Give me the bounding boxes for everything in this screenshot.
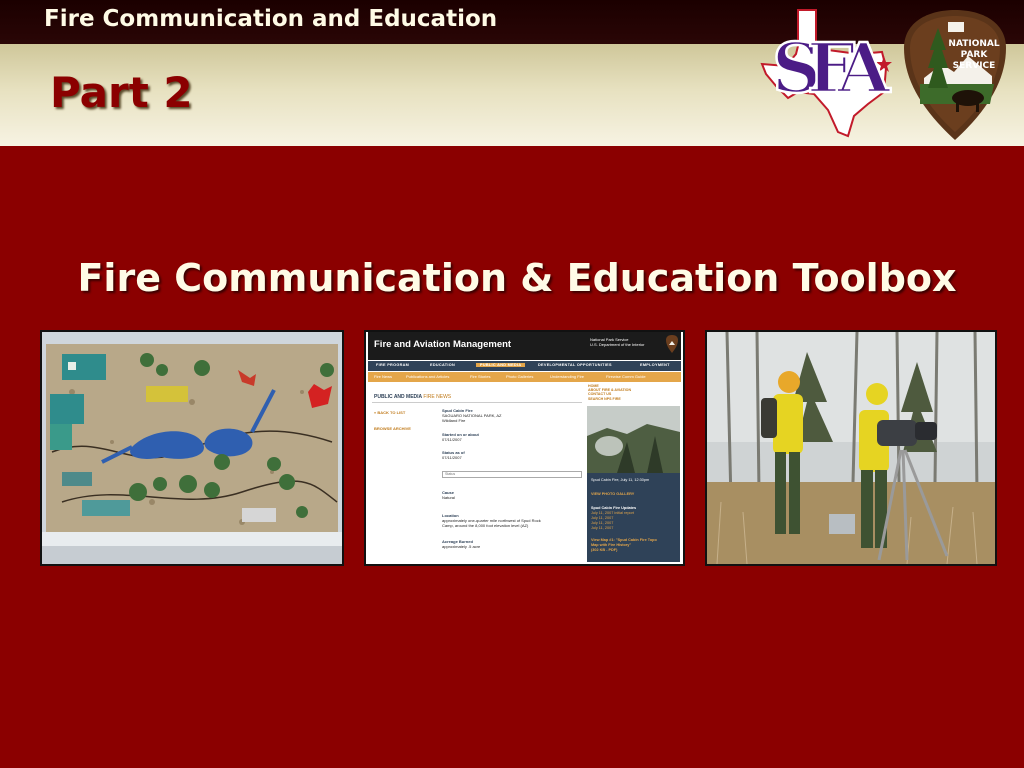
website-header: Fire and Aviation Management National Pa… [368,332,681,360]
slide-title: Part 2 [50,68,193,117]
website-status-field[interactable]: Status [442,471,582,478]
website-subnav-photo-galleries[interactable]: Photo Galleries [506,374,533,379]
website-subnav-firewise[interactable]: Firewise Comm Guide [606,374,646,379]
website-fire-type: Wildland Fire [442,417,466,423]
website-status-block: Status as of 07/11/2007 [442,450,465,461]
website-nav-public-media[interactable]: PUBLIC AND MEDIA [476,363,526,367]
nps-logo-text-3: SERVICE [953,61,996,71]
website-update-3[interactable]: July 11, 2007 [591,521,613,526]
website-started-date: 07/11/2007 [442,436,462,442]
website-nav-employment[interactable]: EMPLOYMENT [640,363,670,367]
photo-website-screenshot: Fire and Aviation Management National Pa… [364,330,685,566]
website-map-link-1[interactable]: View Map #1: "Spud Cabin Fire Topo [591,538,657,543]
website-fire-photo[interactable] [587,406,680,473]
website-acreage-value: approximately .5 acre [442,543,481,549]
website-update-4[interactable]: July 11, 2007 [591,526,613,531]
website-section-sub: FIRE NEWS [423,394,452,400]
website-photo-panel: Spud Cabin Fire, July 11, 12:30pm VIEW P… [587,406,680,562]
website-location-line-2: Camp, around the 8,000 foot elevation le… [442,522,529,528]
website-subnav-understanding-fire[interactable]: Understanding Fire [550,374,584,379]
sfa-logo: SFA [760,9,896,138]
website-subnav-fire-stories[interactable]: Fire Stories [470,374,490,379]
website-subnav-fire-news[interactable]: Fire News [374,374,392,379]
website-section-title: PUBLIC AND MEDIA FIRE NEWS [374,394,451,400]
website-nav: FIRE PROGRAM EDUCATION PUBLIC AND MEDIA … [368,361,681,371]
website-nav-developmental[interactable]: DEVELOPMENTAL OPPORTUNITIES [538,363,612,367]
photo-fire-model-diorama [40,330,344,566]
website-agency-line-2: U.S. Department of the Interior [590,342,645,347]
website-update-2[interactable]: July 11, 2007 [591,516,613,521]
website-map-link-3[interactable]: (302 KB - PDF) [591,548,617,553]
nps-arrowhead-logo: NATIONAL PARK SERVICE [904,10,1006,140]
website-subnav-publications[interactable]: Publications and Articles [406,374,449,379]
website-status-date: 07/11/2007 [442,454,462,460]
website-archive-link[interactable]: BROWSE ARCHIVE [374,426,411,431]
nps-logo-text-1: NATIONAL [948,39,999,49]
website-quick-links: HOME ABOUT FIRE & AVIATION CONTACT US SE… [588,384,631,401]
website-cause-value: Natural [442,494,455,500]
website-nav-fire-program[interactable]: FIRE PROGRAM [376,363,409,367]
website-started-block: Started on or about 07/11/2007 [442,432,479,443]
website-map-link-2[interactable]: Map with Fire History" [591,543,631,548]
website-updates-title: Spud Cabin Fire Updates [591,506,637,510]
website-page: Fire and Aviation Management National Pa… [366,332,683,564]
photo-firefighters-with-camera [705,330,997,566]
website-photo-caption: Spud Cabin Fire, July 11, 12:30pm [591,478,650,482]
website-divider [372,402,582,403]
website-link-search[interactable]: SEARCH NPS FIRE [588,397,631,401]
nps-logo-text-2: PARK [961,50,989,60]
website-agency: National Park Service U.S. Department of… [590,337,644,347]
website-location-block: Location approximately one-quarter mile … [442,513,541,528]
main-heading: Fire Communication & Education Toolbox [77,256,957,300]
website-fire-block: Spud Cabin Fire SAGUARO NATIONAL PARK, A… [442,408,502,423]
website-cause-block: Cause Natural [442,490,455,501]
website-nav-education[interactable]: EDUCATION [430,363,455,367]
website-back-link[interactable]: « BACK TO LIST [374,410,405,415]
presentation-title: Fire Communication and Education [44,6,498,32]
website-gallery-link[interactable]: VIEW PHOTO GALLERY [591,492,634,497]
website-section-name: PUBLIC AND MEDIA [374,394,422,400]
website-acreage-block: Acreage Burned approximately .5 acre [442,539,481,550]
website-update-1[interactable]: July 11, 2007 initial report [591,511,634,516]
sfa-logo-text: SFA [772,29,891,109]
nps-arrowhead-small-icon [666,335,678,353]
website-title: Fire and Aviation Management [374,339,512,350]
website-subnav: Fire News Publications and Articles Fire… [368,372,681,382]
